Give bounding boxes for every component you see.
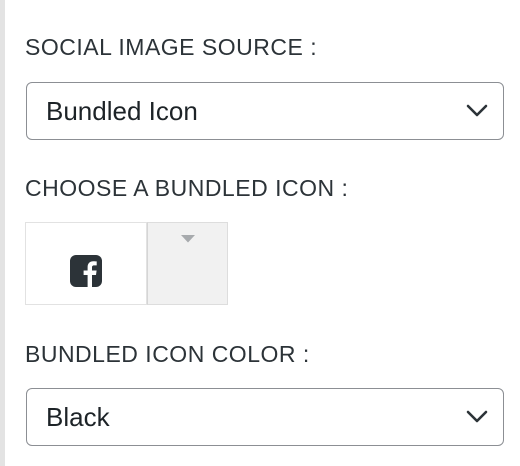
chevron-down-icon [466, 104, 488, 117]
bundled-icon-color-select[interactable]: Black [26, 388, 504, 446]
social-image-source-label: SOCIAL IMAGE SOURCE : [25, 34, 318, 60]
selected-icon-preview[interactable] [25, 222, 147, 305]
chevron-down-icon [466, 410, 488, 423]
choose-bundled-icon-label: CHOOSE A BUNDLED ICON : [25, 175, 349, 201]
social-image-settings-panel: SOCIAL IMAGE SOURCE : Bundled Icon CHOOS… [0, 0, 520, 466]
social-image-source-select[interactable]: Bundled Icon [26, 82, 504, 140]
bundled-icon-color-value: Black [46, 402, 110, 432]
bundled-icon-picker[interactable] [25, 222, 228, 305]
facebook-square-icon [70, 255, 102, 287]
icon-picker-dropdown-toggle[interactable] [147, 222, 228, 305]
bundled-icon-color-label: BUNDLED ICON COLOR : [25, 341, 310, 367]
social-image-source-value: Bundled Icon [46, 96, 198, 126]
panel-left-border [0, 0, 5, 466]
caret-down-icon [181, 235, 195, 243]
